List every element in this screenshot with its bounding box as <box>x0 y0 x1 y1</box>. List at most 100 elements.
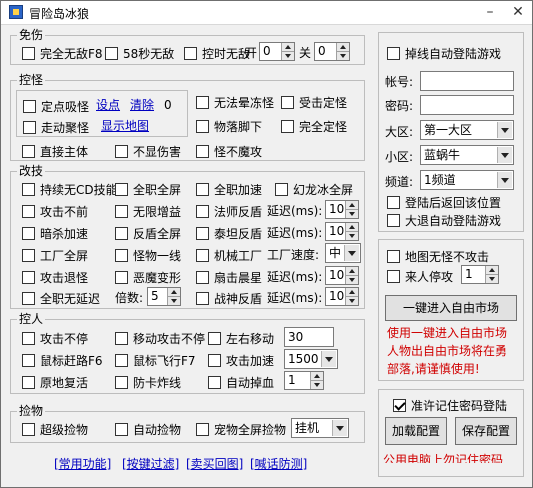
speed-value-select[interactable]: 1500 <box>284 349 338 369</box>
checkbox-box[interactable] <box>387 195 400 209</box>
checkbox-box[interactable] <box>196 226 209 240</box>
someone-stop-checkbox[interactable]: 来人停攻 <box>387 268 453 284</box>
minimize-icon[interactable]: – <box>475 1 505 24</box>
checkbox-box[interactable] <box>22 182 35 196</box>
load-config-button[interactable]: 加载配置 <box>385 417 447 445</box>
chevron-down-icon[interactable] <box>344 245 359 261</box>
phantom-ice-checkbox[interactable]: 幻龙冰全屏 <box>275 181 353 197</box>
link-common-functions[interactable]: [常用功能] <box>54 456 111 472</box>
assassin-speed-checkbox[interactable]: 暗杀加速 <box>22 225 88 241</box>
reflect-full-checkbox[interactable]: 反盾全屏 <box>115 225 181 241</box>
checkbox-box[interactable] <box>184 46 197 60</box>
drop-value-spinner[interactable]: 1 <box>284 371 324 390</box>
attack-speed-checkbox[interactable]: 攻击加速 <box>208 352 274 368</box>
move-attack-no-stop-checkbox[interactable]: 移动攻击不停 <box>115 330 205 346</box>
checkbox-box[interactable] <box>196 270 209 284</box>
walk-gather-checkbox[interactable]: 走动聚怪 <box>23 119 89 135</box>
factory-full-checkbox[interactable]: 工厂全屏 <box>22 247 88 263</box>
checkbox-box[interactable] <box>22 353 35 367</box>
checkbox-box-checked[interactable] <box>393 398 406 412</box>
war-god-reflect-checkbox[interactable]: 战神反盾 <box>196 290 262 306</box>
invincible-58-checkbox[interactable]: 58秒无敌 <box>105 45 174 61</box>
checkbox-box[interactable] <box>387 213 400 227</box>
checkbox-box[interactable] <box>115 248 128 262</box>
checkbox-box[interactable] <box>105 46 118 60</box>
auto-pickup-checkbox[interactable]: 自动捡物 <box>115 421 181 437</box>
account-input[interactable] <box>420 71 514 91</box>
map-no-attack-checkbox[interactable]: 地图无怪不攻击 <box>387 248 489 264</box>
chevron-down-icon[interactable] <box>332 420 347 436</box>
attack-no-stop-2-checkbox[interactable]: 攻击不停 <box>22 330 88 346</box>
hit-fixed-checkbox[interactable]: 受击定怪 <box>281 94 347 110</box>
chevron-down-icon[interactable] <box>321 351 336 367</box>
allow-remember-password-checkbox[interactable]: 准许记住密码登陆 <box>393 397 507 413</box>
checkbox-box[interactable] <box>196 248 209 262</box>
checkbox-box[interactable] <box>208 331 221 345</box>
anti-stuck-checkbox[interactable]: 防卡炸线 <box>115 374 181 390</box>
title-bar[interactable]: 冒险岛冰狼 – ✕ <box>1 1 532 25</box>
exit-auto-login-checkbox[interactable]: 大退自动登陆游戏 <box>387 212 501 228</box>
checkbox-box[interactable] <box>23 99 36 113</box>
region-select[interactable]: 第一大区 <box>420 120 514 140</box>
no-magic-attack-checkbox[interactable]: 怪不魔攻 <box>196 143 262 159</box>
checkbox-box[interactable] <box>115 182 128 196</box>
checkbox-box[interactable] <box>115 204 128 218</box>
link-buy-sell-return[interactable]: [卖买回图] <box>186 456 243 472</box>
checkbox-box[interactable] <box>196 204 209 218</box>
full-screen-job-checkbox[interactable]: 全职全屏 <box>115 181 181 197</box>
off-spinner[interactable]: 0 <box>314 42 350 61</box>
save-config-button[interactable]: 保存配置 <box>455 417 517 445</box>
timed-invincible-checkbox[interactable]: 控时无敌 <box>184 45 250 61</box>
checkbox-box[interactable] <box>22 270 35 284</box>
checkbox-box[interactable] <box>115 226 128 240</box>
password-input[interactable] <box>420 95 514 115</box>
sustain-no-cd-checkbox[interactable]: 持续无CD技能 <box>22 181 118 197</box>
attack-retreat-checkbox[interactable]: 攻击退怪 <box>22 269 88 285</box>
enter-market-button[interactable]: 一键进入自由市场 <box>385 295 517 321</box>
taizu-reflect-checkbox[interactable]: 泰坦反盾 <box>196 225 262 241</box>
left-right-move-checkbox[interactable]: 左右移动 <box>208 330 274 346</box>
checkbox-box[interactable] <box>208 353 221 367</box>
checkbox-box[interactable] <box>281 119 294 133</box>
checkbox-box[interactable] <box>281 95 294 109</box>
checkbox-box[interactable] <box>22 226 35 240</box>
attack-no-stop-checkbox[interactable]: 攻击不前 <box>22 203 88 219</box>
checkbox-box[interactable] <box>387 269 400 283</box>
factory-speed-select[interactable]: 中 <box>325 243 361 263</box>
full-fixed-checkbox[interactable]: 完全定怪 <box>281 118 347 134</box>
pickup-mode-select[interactable]: 挂机 <box>291 418 349 438</box>
checkbox-box[interactable] <box>196 119 209 133</box>
mech-factory-checkbox[interactable]: 机械工厂 <box>196 247 262 263</box>
someone-stop-spinner[interactable]: 1 <box>461 265 499 284</box>
drop-under-checkbox[interactable]: 物落脚下 <box>196 118 262 134</box>
full-no-delay-checkbox[interactable]: 全职无延迟 <box>22 290 100 306</box>
multiplier-spinner[interactable]: 5 <box>147 287 181 306</box>
no-stun-checkbox[interactable]: 无法晕冻怪 <box>196 94 274 110</box>
subregion-select[interactable]: 蓝蜗牛 <box>420 145 514 165</box>
checkbox-box[interactable] <box>22 204 35 218</box>
link-key-filter[interactable]: [按键过滤] <box>122 456 179 472</box>
checkbox-box[interactable] <box>22 375 35 389</box>
link-shout-anti-detect[interactable]: [喊话防测] <box>250 456 307 472</box>
checkbox-box[interactable] <box>115 331 128 345</box>
checkbox-box[interactable] <box>115 422 128 436</box>
checkbox-box[interactable] <box>22 144 35 158</box>
full-invincible-checkbox[interactable]: 完全无敌F8 <box>22 45 103 61</box>
checkbox-box[interactable] <box>115 375 128 389</box>
fixed-suck-checkbox[interactable]: 定点吸怪 <box>23 98 89 114</box>
war-delay-spinner[interactable]: 100 <box>325 287 359 306</box>
checkbox-box[interactable] <box>196 182 209 196</box>
full-speed-job-checkbox[interactable]: 全职加速 <box>196 181 262 197</box>
checkbox-box[interactable] <box>22 331 35 345</box>
on-spinner[interactable]: 0 <box>259 42 295 61</box>
super-pickup-checkbox[interactable]: 超级捡物 <box>22 421 88 437</box>
monster-line-checkbox[interactable]: 怪物一线 <box>115 247 181 263</box>
checkbox-box[interactable] <box>208 375 221 389</box>
unlimited-buff-checkbox[interactable]: 无限增益 <box>115 203 181 219</box>
offline-auto-login-checkbox[interactable]: 掉线自动登陆游戏 <box>387 45 501 61</box>
close-icon[interactable]: ✕ <box>503 1 533 24</box>
return-position-checkbox[interactable]: 登陆后返回该位置 <box>387 194 501 210</box>
checkbox-box[interactable] <box>115 353 128 367</box>
checkbox-box[interactable] <box>275 182 288 196</box>
fan-delay-spinner[interactable]: 100 <box>325 266 359 285</box>
